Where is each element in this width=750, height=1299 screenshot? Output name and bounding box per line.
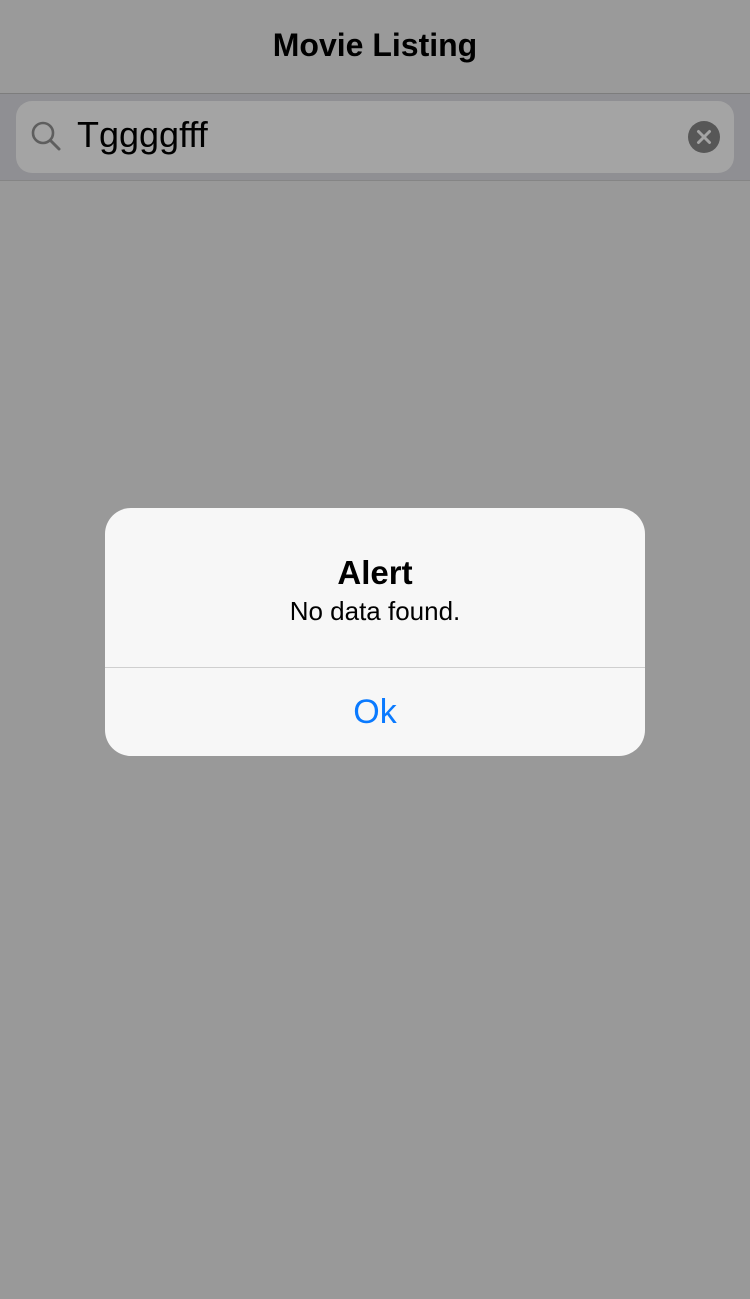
page-title: Movie Listing: [272, 27, 478, 63]
ok-button[interactable]: Ok: [105, 668, 645, 756]
clear-icon[interactable]: [687, 120, 721, 154]
alert-message: No data found.: [289, 596, 461, 626]
search-input-value[interactable]: Tggggfff: [77, 114, 208, 156]
alert-title: Alert: [337, 554, 413, 591]
navigation-bar: Movie Listing: [0, 0, 750, 94]
search-icon: [31, 121, 61, 151]
alert-dialog: Alert No data found. Ok: [105, 508, 645, 756]
